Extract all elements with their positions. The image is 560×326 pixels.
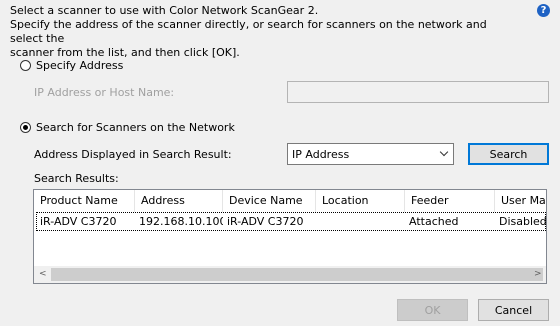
search-button[interactable]: Search [468,143,549,165]
ip-address-label: IP Address or Host Name: [34,86,175,99]
cancel-button[interactable]: Cancel [478,299,549,321]
specify-address-option[interactable]: Specify Address [20,59,123,72]
search-results-list[interactable]: Product Name Address Device Name Locatio… [33,189,547,284]
column-header-user-man[interactable]: User Man [495,190,546,212]
column-header-feeder[interactable]: Feeder [405,190,495,212]
scrollbar-thumb[interactable] [51,268,543,281]
instruction-line: scanner from the list, and then click [O… [10,46,240,59]
instruction-line: Specify the address of the scanner direc… [10,18,487,45]
specify-address-label: Specify Address [36,59,124,72]
help-icon[interactable]: ? [537,4,550,17]
cell-address: 192.168.10.100 [139,215,223,228]
address-display-label: Address Displayed in Search Result: [34,148,232,161]
chevron-down-icon [439,147,449,157]
search-results-label: Search Results: [34,172,119,185]
address-display-select[interactable]: IP Address [287,143,454,165]
horizontal-scrollbar[interactable]: < > [34,266,546,283]
column-header-device-name[interactable]: Device Name [223,190,316,212]
search-network-option[interactable]: Search for Scanners on the Network [20,121,235,134]
table-row[interactable]: iR-ADV C3720 192.168.10.100 iR-ADV C3720… [36,212,546,231]
list-header: Product Name Address Device Name Locatio… [34,190,546,212]
instructions: Select a scanner to use with Color Netwo… [10,4,510,60]
cell-device-name: iR-ADV C3720 [227,215,304,228]
search-network-radio[interactable] [20,122,31,133]
column-header-product-name[interactable]: Product Name [34,190,135,212]
cell-location [316,212,405,231]
scroll-left-icon[interactable]: < [39,270,47,279]
search-network-label: Search for Scanners on the Network [36,121,235,134]
address-display-value: IP Address [292,147,350,161]
cell-user-man: Disabled [499,215,546,228]
instruction-line: Select a scanner to use with Color Netwo… [10,4,319,17]
cell-feeder: Attached [409,215,459,228]
ip-address-field[interactable] [287,81,549,103]
ok-button[interactable]: OK [397,299,468,321]
specify-address-radio[interactable] [20,60,31,71]
column-header-location[interactable]: Location [316,190,405,212]
cell-product-name: iR-ADV C3720 [40,215,117,228]
scroll-right-icon[interactable]: > [534,270,542,279]
column-header-address[interactable]: Address [135,190,223,212]
